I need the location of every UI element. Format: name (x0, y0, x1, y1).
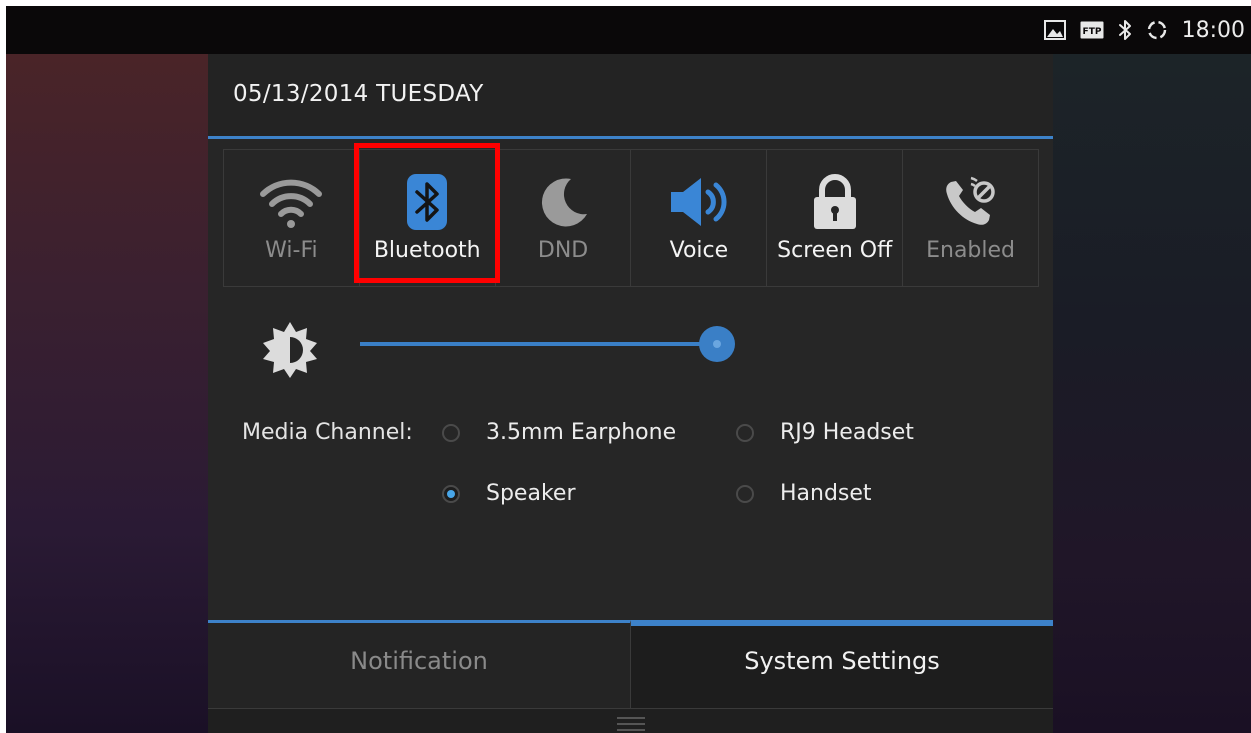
image-icon (1043, 20, 1066, 40)
wifi-icon (224, 172, 359, 232)
tab-label: Notification (350, 647, 488, 675)
lock-icon (767, 172, 902, 232)
tab-notification[interactable]: Notification (208, 620, 631, 708)
radio-button[interactable] (442, 423, 460, 442)
svg-text:FTP: FTP (1082, 27, 1101, 37)
radio-rj9-headset[interactable]: RJ9 Headset (736, 420, 914, 445)
radio-handset[interactable]: Handset (736, 481, 872, 506)
radio-label: Handset (780, 481, 872, 506)
toggle-tiles: Wi-Fi Bluetooth DND Voice Screen Off Ena… (223, 149, 1039, 287)
radio-label: 3.5mm Earphone (486, 420, 677, 445)
media-channel-label: Media Channel: (242, 420, 413, 445)
toggle-voice[interactable]: Voice (631, 150, 768, 286)
wallpaper-right (1053, 54, 1251, 733)
brightness-slider[interactable] (360, 326, 780, 362)
slider-track (360, 342, 717, 346)
drag-handle-icon[interactable] (617, 717, 645, 733)
toggle-wifi[interactable]: Wi-Fi (224, 150, 360, 286)
toggle-label: Bluetooth (373, 238, 481, 263)
toggle-dnd[interactable]: DND (496, 150, 632, 286)
date-label: 05/13/2014 TUESDAY (233, 81, 484, 107)
radio-button-checked[interactable] (442, 484, 460, 503)
bluetooth-status-icon (1118, 19, 1132, 41)
moon-icon (496, 172, 631, 232)
slider-thumb[interactable] (699, 326, 735, 362)
date-header: 05/13/2014 TUESDAY (208, 54, 1053, 139)
panel-drag-bar[interactable] (208, 708, 1053, 733)
toggle-label: Voice (669, 238, 729, 263)
status-bar: FTP 18:00 (6, 6, 1251, 54)
toggle-bluetooth[interactable]: Bluetooth (360, 150, 496, 286)
radio-speaker[interactable]: Speaker (442, 481, 575, 506)
bluetooth-icon (360, 172, 495, 232)
toggle-label: DND (537, 238, 589, 263)
clock: 18:00 (1181, 17, 1245, 43)
quick-settings-panel: 05/13/2014 TUESDAY Wi-Fi Bluetooth DND V… (208, 54, 1053, 733)
call-block-icon (903, 172, 1038, 232)
tab-label: System Settings (744, 647, 940, 675)
status-icons: FTP 18:00 (1043, 6, 1245, 54)
radio-button[interactable] (736, 423, 754, 442)
toggle-label: Screen Off (777, 238, 893, 263)
toggle-label: Wi-Fi (265, 238, 318, 263)
radio-button[interactable] (736, 484, 754, 503)
toggle-screen-off[interactable]: Screen Off (767, 150, 904, 286)
radio-label: RJ9 Headset (780, 420, 914, 445)
wallpaper-left (6, 54, 208, 733)
brightness-icon (258, 318, 322, 382)
device-screen: FTP 18:00 05/13/2014 TUESDAY Wi-Fi Bluet… (6, 6, 1251, 733)
tab-system-settings[interactable]: System Settings (631, 620, 1053, 708)
speaker-icon (631, 172, 766, 232)
radio-earphone[interactable]: 3.5mm Earphone (442, 420, 676, 445)
toggle-call-block[interactable]: Enabled (903, 150, 1038, 286)
panel-tabs: Notification System Settings (208, 620, 1053, 708)
sync-icon (1146, 19, 1168, 41)
toggle-label: Enabled (926, 238, 1015, 263)
ftp-icon: FTP (1080, 21, 1104, 39)
radio-label: Speaker (486, 481, 576, 506)
